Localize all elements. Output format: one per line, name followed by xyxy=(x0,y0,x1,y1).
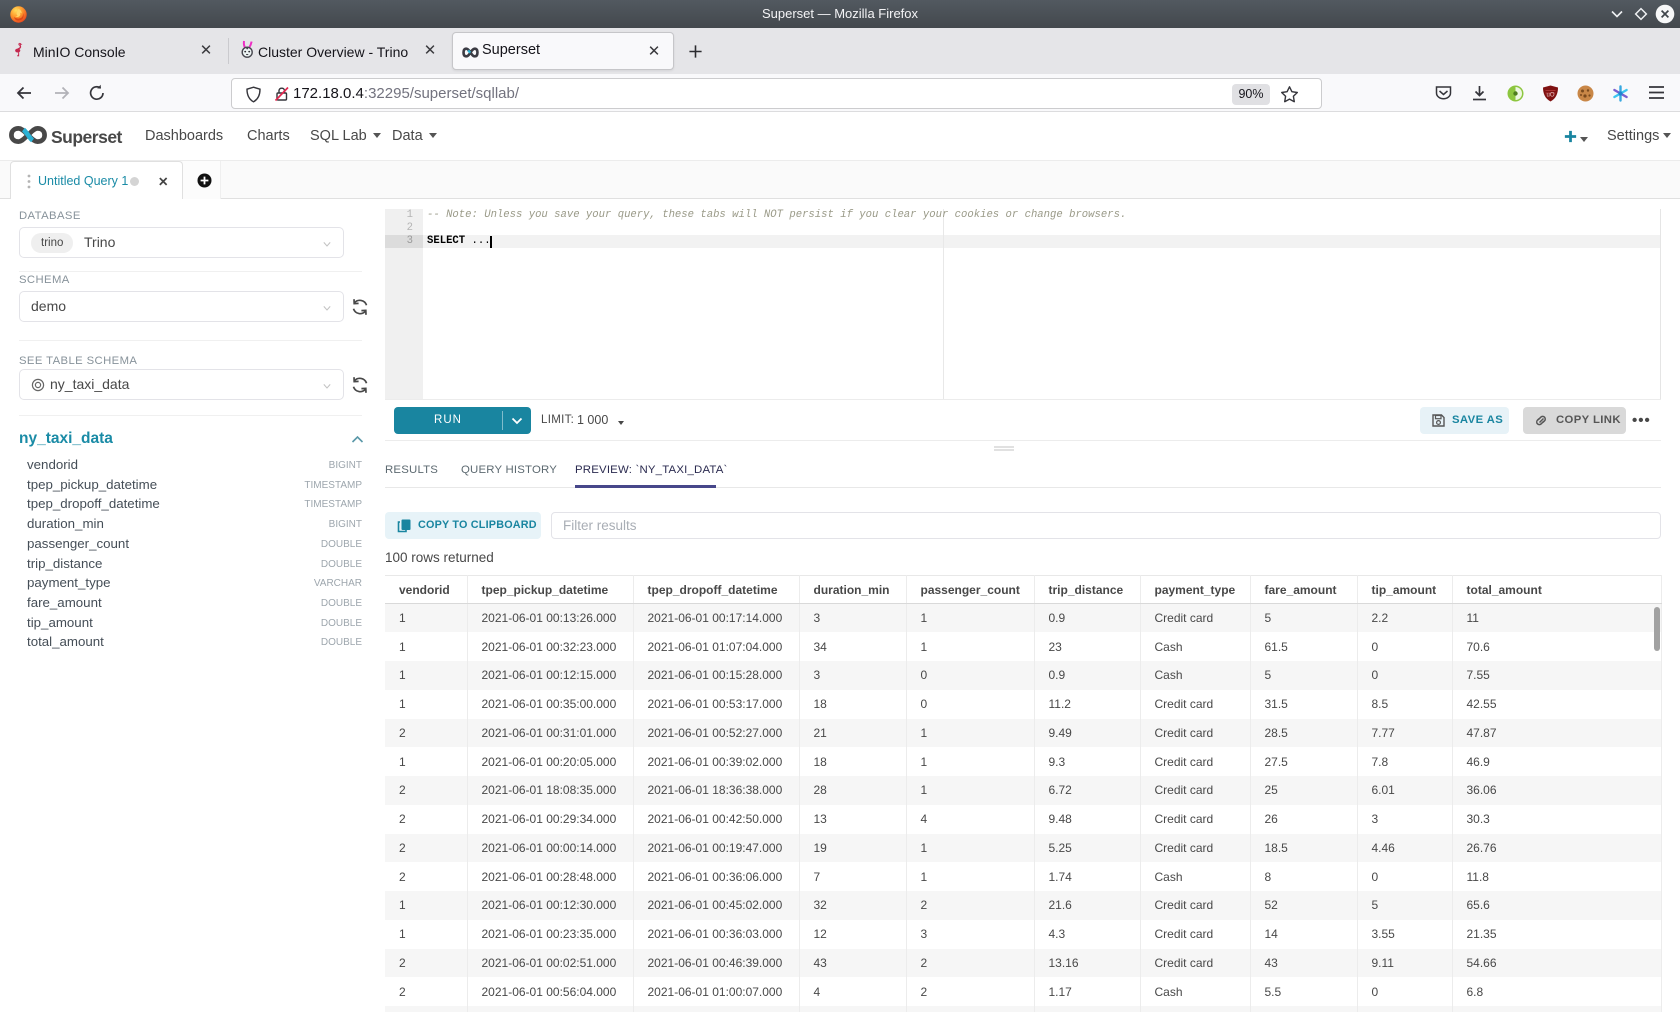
svg-text:uO: uO xyxy=(1546,93,1554,99)
